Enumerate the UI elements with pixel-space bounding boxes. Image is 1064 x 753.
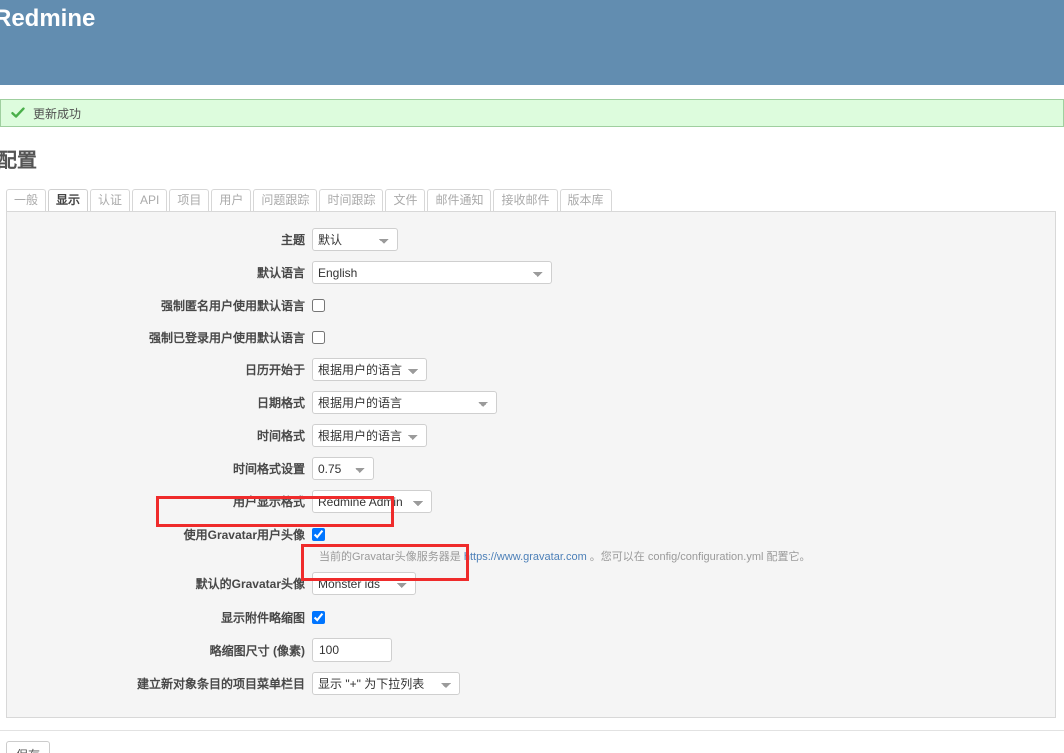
label-time-format: 时间格式 [256,429,305,443]
label-time-span-format: 时间格式设置 [232,462,305,476]
label-date-format: 日期格式 [256,396,305,410]
label-theme: 主题 [280,233,305,247]
flash-notice-text: 更新成功 [33,106,82,121]
tab-time-tracking[interactable]: 时间跟踪 [319,189,384,211]
tab-repositories[interactable]: 版本库 [559,189,612,211]
field-row-theme: 主题 默认 [7,228,1055,251]
tab-projects[interactable]: 项目 [169,189,210,211]
check-icon [11,106,25,120]
theme-select[interactable]: 默认 [312,228,398,251]
force-loggedin-language-checkbox[interactable] [312,330,325,344]
tab-display[interactable]: 显示 [48,189,89,211]
settings-form-panel: 主题 默认 默认语言 English 强制匿名用户使用默认语言 强制已登录用户使… [6,211,1056,718]
field-row-use-gravatar: 使用Gravatar用户头像 [7,523,1055,545]
label-force-anonymous-language: 强制匿名用户使用默认语言 [160,298,305,313]
time-format-select[interactable]: 根据用户的语言 [312,424,427,447]
date-format-select[interactable]: 根据用户的语言 [312,391,497,414]
label-thumbnails-size: 略缩图尺寸 (像素) [209,643,305,658]
label-default-gravatar: 默认的Gravatar头像 [195,577,305,591]
label-thumbnails-enabled: 显示附件略缩图 [220,610,305,625]
default-gravatar-select[interactable]: Monster ids [312,572,416,595]
thumbnails-size-input[interactable] [312,638,392,662]
field-row-force-anonymous-language: 强制匿名用户使用默认语言 [7,294,1055,316]
new-item-menu-tab-select[interactable]: 显示 "+" 为下拉列表 [312,672,460,695]
gravatar-hint-row: 当前的Gravatar头像服务器是 https://www.gravatar.c… [7,548,1055,564]
label-week-starts-on: 日历开始于 [244,363,305,377]
default-language-select[interactable]: English [312,261,552,284]
tab-issue-tracking[interactable]: 问题跟踪 [253,189,318,211]
field-row-thumbnails-size: 略缩图尺寸 (像素) [7,638,1055,662]
gravatar-hint-suffix: 。您可以在 config/configuration.yml 配置它。 [586,551,811,563]
gravatar-url-link[interactable]: https://www.gravatar.com [464,551,587,563]
label-use-gravatar: 使用Gravatar用户头像 [183,527,305,542]
use-gravatar-checkbox[interactable] [312,527,325,541]
field-row-date-format: 日期格式 根据用户的语言 [7,391,1055,414]
tab-mail-notifications[interactable]: 邮件通知 [427,189,492,211]
user-display-format-select[interactable]: Redmine Admin [312,490,432,513]
tab-authentication[interactable]: 认证 [90,189,131,211]
app-header: Redmine [0,0,1064,85]
force-anonymous-language-checkbox[interactable] [312,298,325,312]
tab-files[interactable]: 文件 [385,189,426,211]
flash-notice-success: 更新成功 [0,99,1064,127]
thumbnails-enabled-checkbox[interactable] [312,610,325,624]
week-starts-on-select[interactable]: 根据用户的语言 [312,358,427,381]
tab-general[interactable]: 一般 [6,189,47,211]
field-row-default-language: 默认语言 English [7,261,1055,284]
tab-api[interactable]: API [132,189,168,211]
label-default-language: 默认语言 [256,266,305,280]
field-row-new-item-menu-tab: 建立新对象条目的项目菜单栏目 显示 "+" 为下拉列表 [7,672,1055,695]
form-footer: 保存 [0,730,1064,753]
gravatar-hint-prefix: 当前的Gravatar头像服务器是 [319,551,464,563]
settings-tabs: 一般 显示 认证 API 项目 用户 问题跟踪 时间跟踪 文件 邮件通知 接收邮… [0,189,1064,211]
field-row-week-starts-on: 日历开始于 根据用户的语言 [7,358,1055,381]
gravatar-hint-text: 当前的Gravatar头像服务器是 https://www.gravatar.c… [312,548,810,564]
label-new-item-menu-tab: 建立新对象条目的项目菜单栏目 [136,677,305,691]
page-title: 配置 [0,150,37,172]
field-row-default-gravatar: 默认的Gravatar头像 Monster ids [7,572,1055,595]
field-row-user-display-format: 用户显示格式 Redmine Admin [7,490,1055,513]
tab-incoming-emails[interactable]: 接收邮件 [493,189,558,211]
app-title: Redmine [0,5,96,32]
label-user-display-format: 用户显示格式 [232,495,305,509]
flash-wrapper: 更新成功 [0,85,1064,127]
tab-users[interactable]: 用户 [211,189,252,211]
label-force-loggedin-language: 强制已登录用户使用默认语言 [148,330,305,345]
save-button[interactable]: 保存 [6,741,51,753]
field-row-thumbnails-enabled: 显示附件略缩图 [7,606,1055,628]
field-row-time-span-format: 时间格式设置 0.75 [7,457,1055,480]
field-row-force-loggedin-language: 强制已登录用户使用默认语言 [7,326,1055,348]
field-row-time-format: 时间格式 根据用户的语言 [7,424,1055,447]
time-span-format-select[interactable]: 0.75 [312,457,374,480]
